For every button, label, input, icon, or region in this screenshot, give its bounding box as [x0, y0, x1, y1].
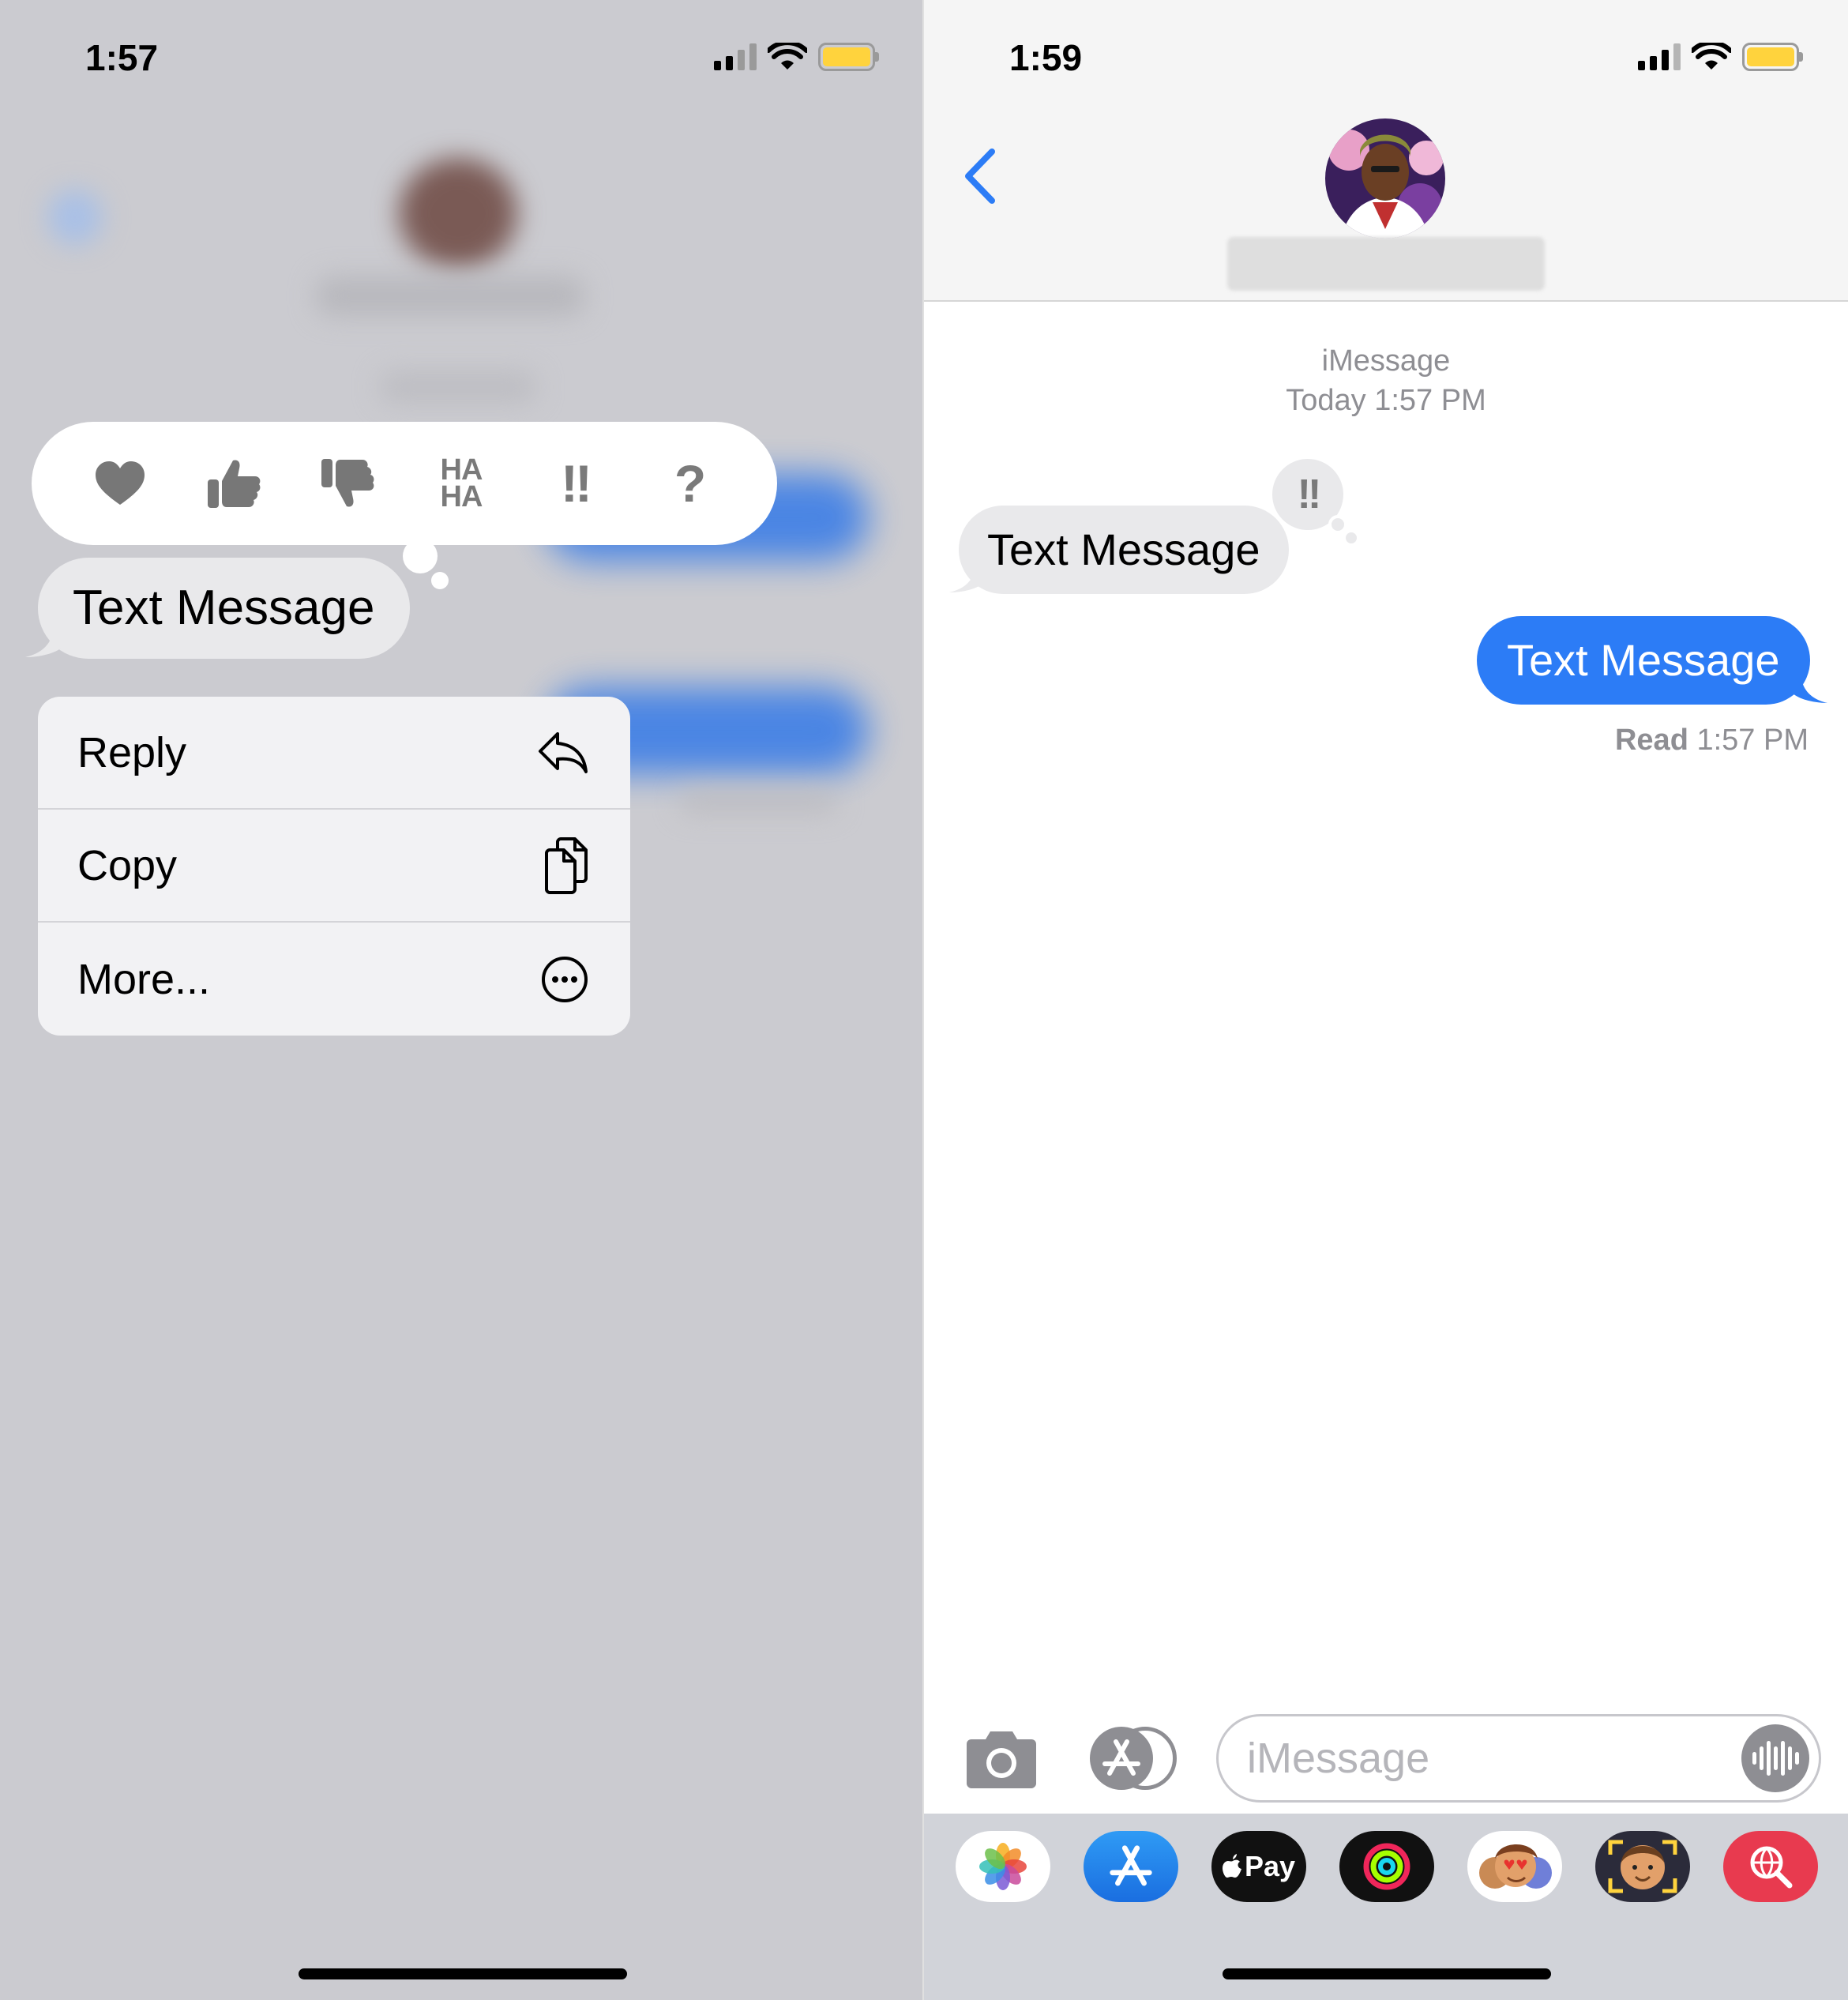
- tapback-heart[interactable]: [77, 440, 163, 527]
- copy-icon: [545, 836, 588, 894]
- home-indicator: [299, 1968, 627, 1979]
- tapback-tail-dot-small: [431, 572, 449, 589]
- haha-icon-top: HA: [440, 453, 483, 487]
- web-image-search-app-icon[interactable]: [1723, 1831, 1818, 1902]
- reply-icon: [539, 731, 588, 773]
- context-menu: Reply Copy More...: [38, 697, 630, 1036]
- app-store-button[interactable]: [1090, 1727, 1177, 1790]
- read-receipt-label: Read: [1614, 724, 1688, 757]
- apple-logo-icon: [1222, 1854, 1241, 1878]
- context-menu-screen: 1:57 HA HA !! ? Text Message Reply Copy …: [0, 0, 924, 2000]
- blurred-contact-name: [316, 276, 584, 316]
- menu-reply-label: Reply: [77, 728, 187, 776]
- selected-message-bubble[interactable]: Text Message: [38, 558, 410, 659]
- thumbs-up-icon: [208, 460, 261, 508]
- app-store-app-icon[interactable]: [1084, 1831, 1178, 1902]
- conversation-screen: 1:59 iMessage Today 1:57 PM Text Message…: [924, 0, 1848, 2000]
- status-icons: [714, 43, 879, 71]
- received-message-bubble[interactable]: Text Message: [959, 506, 1289, 594]
- haha-icon-bottom: HA: [440, 480, 483, 513]
- contact-avatar[interactable]: [1325, 118, 1445, 239]
- question-icon: ?: [674, 454, 706, 513]
- cellular-signal-icon: [1638, 43, 1681, 70]
- reaction-tail-dot-small: [1346, 532, 1357, 543]
- camera-icon[interactable]: [963, 1730, 1039, 1790]
- status-icons: [1638, 43, 1803, 71]
- apple-pay-app-icon[interactable]: Pay: [1211, 1831, 1306, 1902]
- wifi-icon: [768, 43, 807, 70]
- exclamation-icon: !!: [561, 454, 592, 513]
- menu-more-label: More...: [77, 955, 211, 1003]
- battery-icon: [818, 43, 879, 71]
- activity-app-icon[interactable]: [1339, 1831, 1434, 1902]
- photos-app-icon[interactable]: [956, 1831, 1050, 1902]
- bubble-tail: [25, 624, 62, 657]
- status-time: 1:57: [85, 37, 159, 78]
- blurred-read-receipt: [679, 790, 837, 814]
- tapback-thumbs-down[interactable]: [304, 440, 391, 527]
- read-receipt-time: 1:57 PM: [1696, 724, 1809, 757]
- reaction-tail-dot: [1328, 515, 1347, 534]
- tapback-bar: HA HA !! ?: [32, 422, 777, 545]
- menu-copy[interactable]: Copy: [38, 810, 630, 923]
- audio-message-icon[interactable]: [1741, 1724, 1809, 1792]
- message-input-placeholder: iMessage: [1247, 1735, 1430, 1782]
- app-store-icon: [1102, 1739, 1140, 1776]
- animoji-app-icon[interactable]: [1595, 1831, 1690, 1902]
- blurred-back-button: [47, 190, 103, 245]
- chevron-left-icon[interactable]: [962, 148, 998, 204]
- cellular-signal-icon: [714, 43, 757, 70]
- tapback-thumbs-up[interactable]: [190, 440, 277, 527]
- received-bubble-tail: [949, 559, 984, 592]
- sent-bubble-tail: [1793, 670, 1827, 703]
- blurred-meta: [379, 371, 537, 403]
- contact-name-redacted[interactable]: [1227, 237, 1545, 291]
- more-icon: [542, 956, 588, 1002]
- thread-service-label: iMessage: [1321, 344, 1451, 378]
- wifi-icon: [1692, 43, 1731, 70]
- message-input[interactable]: iMessage: [1216, 1714, 1821, 1803]
- apple-pay-label: Pay: [1244, 1850, 1296, 1882]
- tapback-question[interactable]: ?: [645, 440, 732, 527]
- tapback-emphasize[interactable]: !!: [531, 440, 618, 527]
- battery-icon: [1742, 43, 1803, 71]
- read-receipt: Read 1:57 PM: [924, 724, 1809, 758]
- status-time: 1:59: [1009, 37, 1083, 78]
- memoji-stickers-app-icon[interactable]: [1467, 1831, 1562, 1902]
- sent-message-bubble[interactable]: Text Message: [1477, 616, 1810, 705]
- heart-icon: [96, 461, 145, 505]
- menu-more[interactable]: More...: [38, 923, 630, 1036]
- thread-timestamp: Today 1:57 PM: [1286, 384, 1486, 417]
- blurred-avatar: [399, 158, 517, 269]
- thumbs-down-icon: [321, 459, 374, 507]
- menu-copy-label: Copy: [77, 841, 178, 889]
- tapback-tail-dot: [403, 539, 438, 573]
- tapback-haha[interactable]: HA HA: [418, 440, 505, 527]
- home-indicator: [1223, 1968, 1551, 1979]
- menu-reply[interactable]: Reply: [38, 697, 630, 810]
